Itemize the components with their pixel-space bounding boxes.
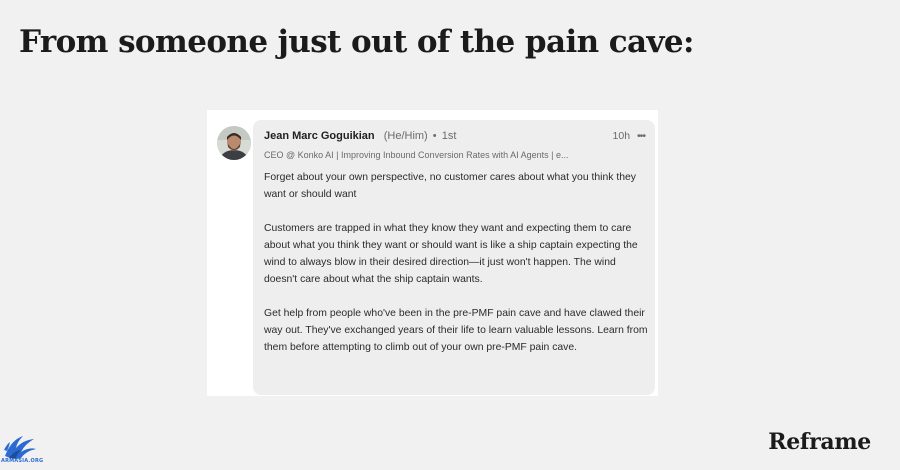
comment-paragraph: Get help from people who've been in the …	[264, 308, 648, 353]
author-headline: CEO @ Konko AI | Improving Inbound Conve…	[264, 150, 569, 160]
watermark-text: ARMASIA.ORG	[1, 458, 44, 464]
page-headline: From someone just out of the pain cave:	[19, 24, 694, 60]
brand-name: Reframe	[768, 429, 871, 455]
comment-paragraph: Customers are trapped in what they know …	[264, 223, 638, 285]
comment-bubble: Jean Marc Goguikian (He/Him) • 1st 10h •…	[253, 120, 655, 395]
author-avatar[interactable]	[217, 126, 251, 160]
time-ago: 10h	[612, 130, 631, 142]
author-name[interactable]: Jean Marc Goguikian	[264, 130, 375, 142]
author-pronouns: (He/Him)	[383, 130, 428, 142]
comment-text: Forget about your own perspective, no cu…	[264, 169, 649, 373]
comment-paragraph: Forget about your own perspective, no cu…	[264, 172, 636, 200]
page: From someone just out of the pain cave: …	[0, 0, 900, 470]
separator-dot: •	[432, 130, 437, 142]
more-horizontal-icon[interactable]: •••	[637, 130, 646, 142]
avatar-photo-icon	[217, 126, 251, 160]
post-meta: 10h •••	[612, 130, 646, 142]
author-row: Jean Marc Goguikian (He/Him) • 1st	[264, 130, 456, 142]
linkedin-comment-card: Jean Marc Goguikian (He/Him) • 1st 10h •…	[207, 110, 658, 396]
connection-degree: 1st	[441, 130, 457, 142]
